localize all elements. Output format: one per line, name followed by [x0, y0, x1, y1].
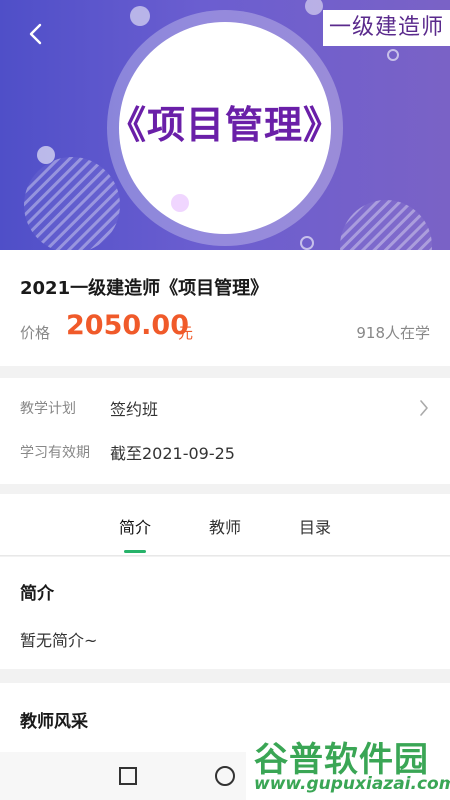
intro-section: 简介 暂无简介~ — [0, 557, 450, 669]
home-button[interactable] — [213, 764, 237, 788]
chevron-right-icon — [418, 398, 430, 422]
watermark-url: www.gupuxiazai.com — [254, 774, 450, 794]
teaching-plan-row[interactable]: 教学计划 签约班 — [0, 388, 450, 428]
recent-apps-button[interactable] — [116, 764, 140, 788]
intro-heading: 简介 — [20, 584, 54, 604]
circle-icon — [213, 766, 237, 792]
active-tab-indicator — [124, 550, 146, 553]
price-value: 2050.00 — [66, 310, 189, 341]
learner-count: 918人在学 — [356, 324, 430, 342]
course-title: 2021一级建造师《项目管理》 — [20, 278, 269, 299]
course-banner: 一级建造师 《项目管理》 — [0, 0, 450, 250]
intro-text: 暂无简介~ — [20, 631, 98, 650]
validity-row: 学习有效期 截至2021-09-25 — [0, 432, 450, 472]
back-button[interactable] — [16, 16, 56, 52]
tab-teacher[interactable]: 教师 — [195, 514, 255, 538]
price-unit: 元 — [178, 324, 194, 342]
validity-value: 截至2021-09-25 — [110, 444, 235, 463]
plan-card: 教学计划 签约班 学习有效期 截至2021-09-25 — [0, 378, 450, 484]
teacher-heading: 教师风采 — [20, 712, 88, 732]
tab-bar: 简介 教师 目录 — [0, 494, 450, 556]
square-icon — [116, 767, 140, 792]
price-label: 价格 — [20, 324, 51, 342]
banner-title: 《项目管理》 — [107, 103, 342, 147]
validity-label: 学习有效期 — [20, 445, 90, 461]
tab-catalog[interactable]: 目录 — [285, 514, 345, 538]
site-watermark: 谷普软件园 www.gupuxiazai.com — [246, 728, 450, 800]
course-info-card: 2021一级建造师《项目管理》 价格 2050.00 元 918人在学 — [0, 250, 450, 366]
teaching-plan-label: 教学计划 — [20, 401, 76, 417]
category-tag: 一级建造师 — [322, 10, 450, 46]
back-arrow-icon — [16, 16, 56, 52]
teaching-plan-value: 签约班 — [110, 400, 159, 419]
tab-intro[interactable]: 简介 — [105, 514, 165, 538]
